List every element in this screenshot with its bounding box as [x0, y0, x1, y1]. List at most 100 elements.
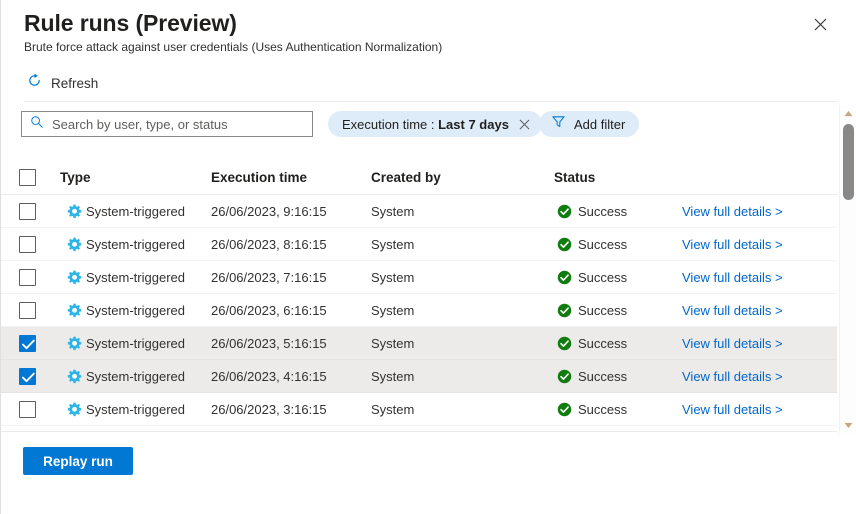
page-title: Rule runs (Preview) — [24, 10, 237, 37]
close-icon — [814, 18, 827, 31]
view-full-details-link[interactable]: View full details > — [682, 270, 783, 285]
view-full-details-link[interactable]: View full details > — [682, 303, 783, 318]
gear-icon — [67, 303, 82, 318]
table-body: System-triggered 26/06/2023, 9:16:15 Syste… — [1, 195, 837, 431]
scrollbar-thumb[interactable] — [843, 124, 854, 200]
filter-pill-prefix: Execution time : — [342, 117, 438, 132]
table-row[interactable]: System-triggered 26/06/2023, 7:16:15 Syste… — [1, 261, 837, 294]
cell-type: System-triggered — [86, 237, 185, 252]
status-badge: Success — [578, 237, 627, 252]
table-row[interactable]: System-triggered 26/06/2023, 8:16:15 Syste… — [1, 228, 837, 261]
gear-icon — [67, 204, 82, 219]
rule-runs-panel: Rule runs (Preview) Brute force attack a… — [0, 0, 856, 514]
success-check-icon — [557, 336, 572, 351]
search-input[interactable]: Search by user, type, or status — [21, 111, 313, 137]
table-row[interactable]: System-triggered 26/06/2023, 9:16:15 Syste… — [1, 195, 837, 228]
status-badge: Success — [578, 369, 627, 384]
view-full-details-link[interactable]: View full details > — [682, 237, 783, 252]
success-check-icon — [557, 237, 572, 252]
success-check-icon — [557, 270, 572, 285]
command-bar: Refresh — [1, 68, 837, 100]
page-subtitle: Brute force attack against user credenti… — [24, 40, 442, 54]
cell-created-by: System — [371, 270, 414, 285]
cell-type: System-triggered — [86, 402, 185, 417]
rule-runs-table: Type Execution time Created by Status Sy… — [1, 160, 837, 431]
table-row[interactable]: System-triggered 26/06/2023, 6:16:15 Syste… — [1, 294, 837, 327]
cell-execution-time: 26/06/2023, 4:16:15 — [211, 369, 327, 384]
row-checkbox[interactable] — [19, 236, 36, 253]
cell-created-by: System — [371, 303, 414, 318]
filter-pill-label: Execution time : Last 7 days — [342, 117, 509, 132]
cell-type: System-triggered — [86, 270, 185, 285]
cell-type: System-triggered — [86, 204, 185, 219]
filter-pill-value: Last 7 days — [438, 117, 509, 132]
chevron-up-icon — [844, 104, 853, 122]
search-placeholder: Search by user, type, or status — [52, 117, 228, 132]
table-row[interactable]: System-triggered 26/06/2023, 5:16:15 Syste… — [1, 327, 837, 360]
filter-pill-execution-time[interactable]: Execution time : Last 7 days — [328, 111, 542, 137]
cell-created-by: System — [371, 336, 414, 351]
command-bar-divider — [24, 101, 837, 102]
view-full-details-link[interactable]: View full details > — [682, 402, 783, 417]
success-check-icon — [557, 303, 572, 318]
status-badge: Success — [578, 303, 627, 318]
filter-row: Search by user, type, or status Executio… — [1, 111, 837, 137]
refresh-label: Refresh — [51, 76, 98, 91]
cell-created-by: System — [371, 204, 414, 219]
gear-icon — [67, 336, 82, 351]
cell-created-by: System — [371, 402, 414, 417]
view-full-details-link[interactable]: View full details > — [682, 369, 783, 384]
replay-run-button[interactable]: Replay run — [23, 447, 133, 475]
status-badge: Success — [578, 402, 627, 417]
view-full-details-link[interactable]: View full details > — [682, 336, 783, 351]
cell-type: System-triggered — [86, 369, 185, 384]
cell-type: System-triggered — [86, 336, 185, 351]
table-scrollbar[interactable] — [839, 105, 856, 433]
gear-icon — [67, 270, 82, 285]
chevron-down-icon — [844, 416, 853, 434]
cell-execution-time: 26/06/2023, 8:16:15 — [211, 237, 327, 252]
row-checkbox[interactable] — [19, 302, 36, 319]
status-badge: Success — [578, 204, 627, 219]
gear-icon — [67, 237, 82, 252]
column-header-status[interactable]: Status — [554, 170, 595, 185]
cell-created-by: System — [371, 369, 414, 384]
success-check-icon — [557, 204, 572, 219]
cell-created-by: System — [371, 237, 414, 252]
row-checkbox[interactable] — [19, 203, 36, 220]
row-checkbox[interactable] — [19, 401, 36, 418]
remove-filter-button[interactable] — [518, 117, 532, 131]
cell-type: System-triggered — [86, 303, 185, 318]
cell-execution-time: 26/06/2023, 6:16:15 — [211, 303, 327, 318]
status-badge: Success — [578, 336, 627, 351]
table-header-row: Type Execution time Created by Status — [1, 160, 837, 195]
status-badge: Success — [578, 270, 627, 285]
row-checkbox[interactable] — [19, 335, 36, 352]
refresh-icon — [27, 73, 42, 93]
success-check-icon — [557, 369, 572, 384]
table-row[interactable]: System-triggered 26/06/2023, 3:16:15 Syste… — [1, 393, 837, 426]
add-filter-button[interactable]: Add filter — [539, 111, 639, 137]
column-header-execution-time[interactable]: Execution time — [211, 170, 307, 185]
view-full-details-link[interactable]: View full details > — [682, 204, 783, 219]
close-button[interactable] — [806, 10, 834, 38]
panel-header: Rule runs (Preview) Brute force attack a… — [1, 0, 856, 66]
table-bottom-divider — [1, 431, 837, 432]
row-checkbox[interactable] — [19, 269, 36, 286]
add-filter-label: Add filter — [574, 117, 625, 132]
select-all-checkbox[interactable] — [19, 169, 36, 186]
row-checkbox[interactable] — [19, 368, 36, 385]
filter-icon — [551, 114, 566, 134]
scroll-up-button[interactable] — [840, 105, 856, 121]
column-header-type[interactable]: Type — [60, 170, 91, 185]
scroll-down-button[interactable] — [840, 417, 856, 433]
cell-execution-time: 26/06/2023, 5:16:15 — [211, 336, 327, 351]
success-check-icon — [557, 402, 572, 417]
refresh-button[interactable]: Refresh — [25, 68, 104, 98]
table-row[interactable]: System-triggered 26/06/2023, 4:16:15 Syste… — [1, 360, 837, 393]
gear-icon — [67, 369, 82, 384]
cell-execution-time: 26/06/2023, 7:16:15 — [211, 270, 327, 285]
cell-execution-time: 26/06/2023, 9:16:15 — [211, 204, 327, 219]
cell-execution-time: 26/06/2023, 3:16:15 — [211, 402, 327, 417]
column-header-created-by[interactable]: Created by — [371, 170, 441, 185]
